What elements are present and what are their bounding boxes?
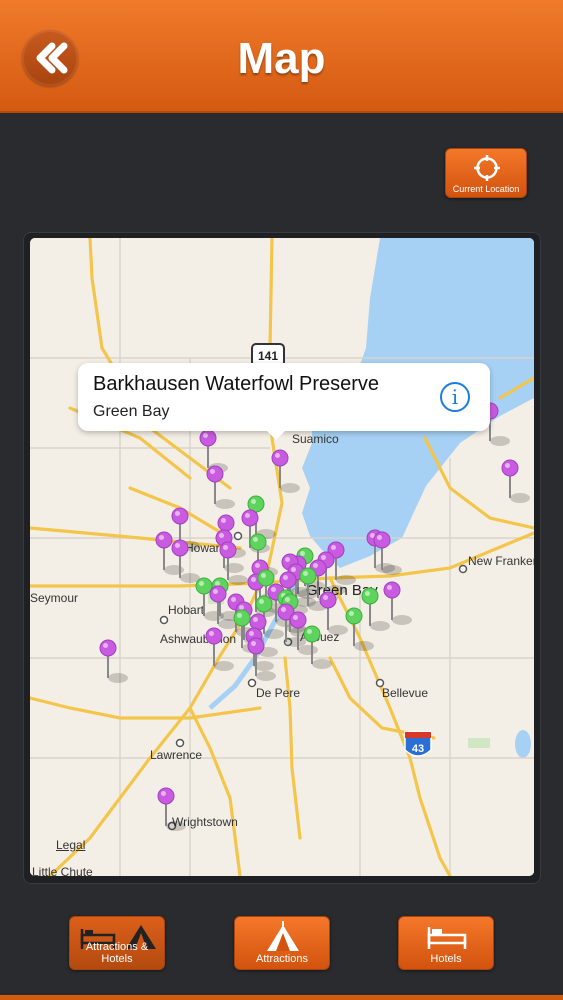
callout-title: Barkhausen Waterfowl Preserve bbox=[93, 373, 380, 395]
attraction-pin[interactable] bbox=[206, 465, 235, 509]
header-bar: Map bbox=[0, 0, 563, 113]
attraction-pin[interactable] bbox=[157, 787, 186, 831]
attraction-pin[interactable] bbox=[319, 591, 348, 635]
map-callout[interactable]: Barkhausen Waterfowl Preserve Green Bay … bbox=[78, 363, 490, 440]
attraction-pin[interactable] bbox=[501, 459, 530, 503]
map-pins bbox=[99, 402, 530, 831]
attraction-pin[interactable] bbox=[247, 637, 276, 681]
crosshair-icon bbox=[474, 155, 500, 181]
page-title: Map bbox=[237, 34, 326, 83]
callout-subtitle: Green Bay bbox=[93, 403, 170, 420]
attractions-label: Attractions bbox=[256, 953, 308, 965]
attractions-hotels-button[interactable]: Attractions & Hotels bbox=[69, 916, 165, 970]
bed-icon bbox=[427, 927, 467, 949]
attraction-pin[interactable] bbox=[99, 639, 128, 683]
tent-icon bbox=[267, 921, 299, 951]
attraction-pin[interactable] bbox=[205, 627, 234, 671]
attractions-button[interactable]: Attractions bbox=[234, 916, 330, 970]
map-view[interactable]: 141 43 Suamico Howard Seymour Hobart Ash… bbox=[30, 238, 534, 876]
current-location-button[interactable]: Current Location bbox=[445, 148, 527, 198]
hotels-label: Hotels bbox=[430, 953, 462, 965]
attraction-pin[interactable] bbox=[271, 449, 300, 493]
attraction-pin[interactable] bbox=[383, 581, 412, 625]
attractions-hotels-label: Attractions & Hotels bbox=[85, 941, 149, 965]
info-icon[interactable]: i bbox=[440, 382, 470, 412]
current-location-label: Current Location bbox=[452, 184, 520, 194]
map-pins-layer bbox=[30, 238, 534, 876]
hotels-button[interactable]: Hotels bbox=[398, 916, 494, 970]
bottom-strip bbox=[0, 995, 563, 1000]
